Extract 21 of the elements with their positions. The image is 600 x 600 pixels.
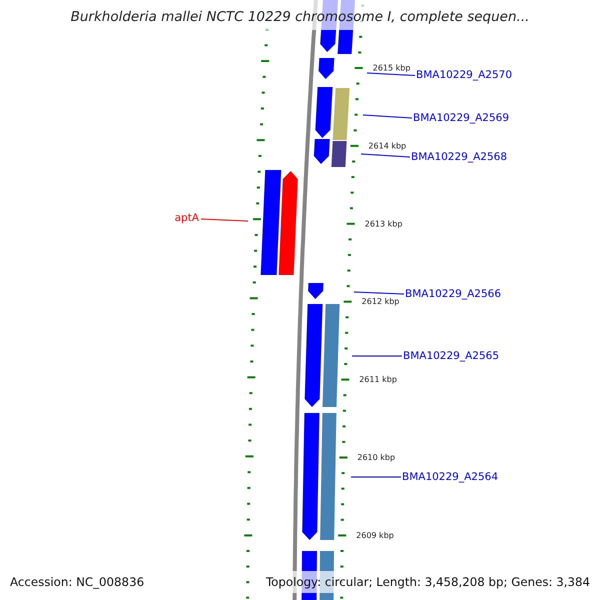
gene-label: BMA10229_A2570 xyxy=(416,69,512,81)
gene-label: BMA10229_A2569 xyxy=(413,112,510,124)
leader-line xyxy=(354,292,404,294)
gene-label: BMA10229_A2568 xyxy=(411,151,508,163)
leader-line xyxy=(200,218,248,222)
tick-label: 2615 kbp xyxy=(372,64,410,72)
leader-line xyxy=(360,154,410,158)
leader-line xyxy=(366,72,416,76)
tick-label: 2613 kbp xyxy=(364,219,402,228)
tick-label: 2609 kbp xyxy=(356,530,394,540)
tick-label: 2614 kbp xyxy=(368,141,406,150)
sequence-summary: Topology: circular; Length: 3,458,208 bp; Genes: 3,384 xyxy=(264,571,592,593)
gene-label: BMA10229_A2564 xyxy=(402,471,498,483)
tick-label: 2611 kbp xyxy=(359,375,397,384)
gene-label: aptA xyxy=(174,212,199,224)
leader-line xyxy=(362,114,412,118)
gene-label: BMA10229_A2566 xyxy=(405,288,502,300)
tick-label: 2610 kbp xyxy=(357,453,396,462)
tick-label: 2612 kbp xyxy=(362,297,400,306)
leader-line xyxy=(350,476,402,478)
gene-label: BMA10229_A2565 xyxy=(403,350,500,362)
